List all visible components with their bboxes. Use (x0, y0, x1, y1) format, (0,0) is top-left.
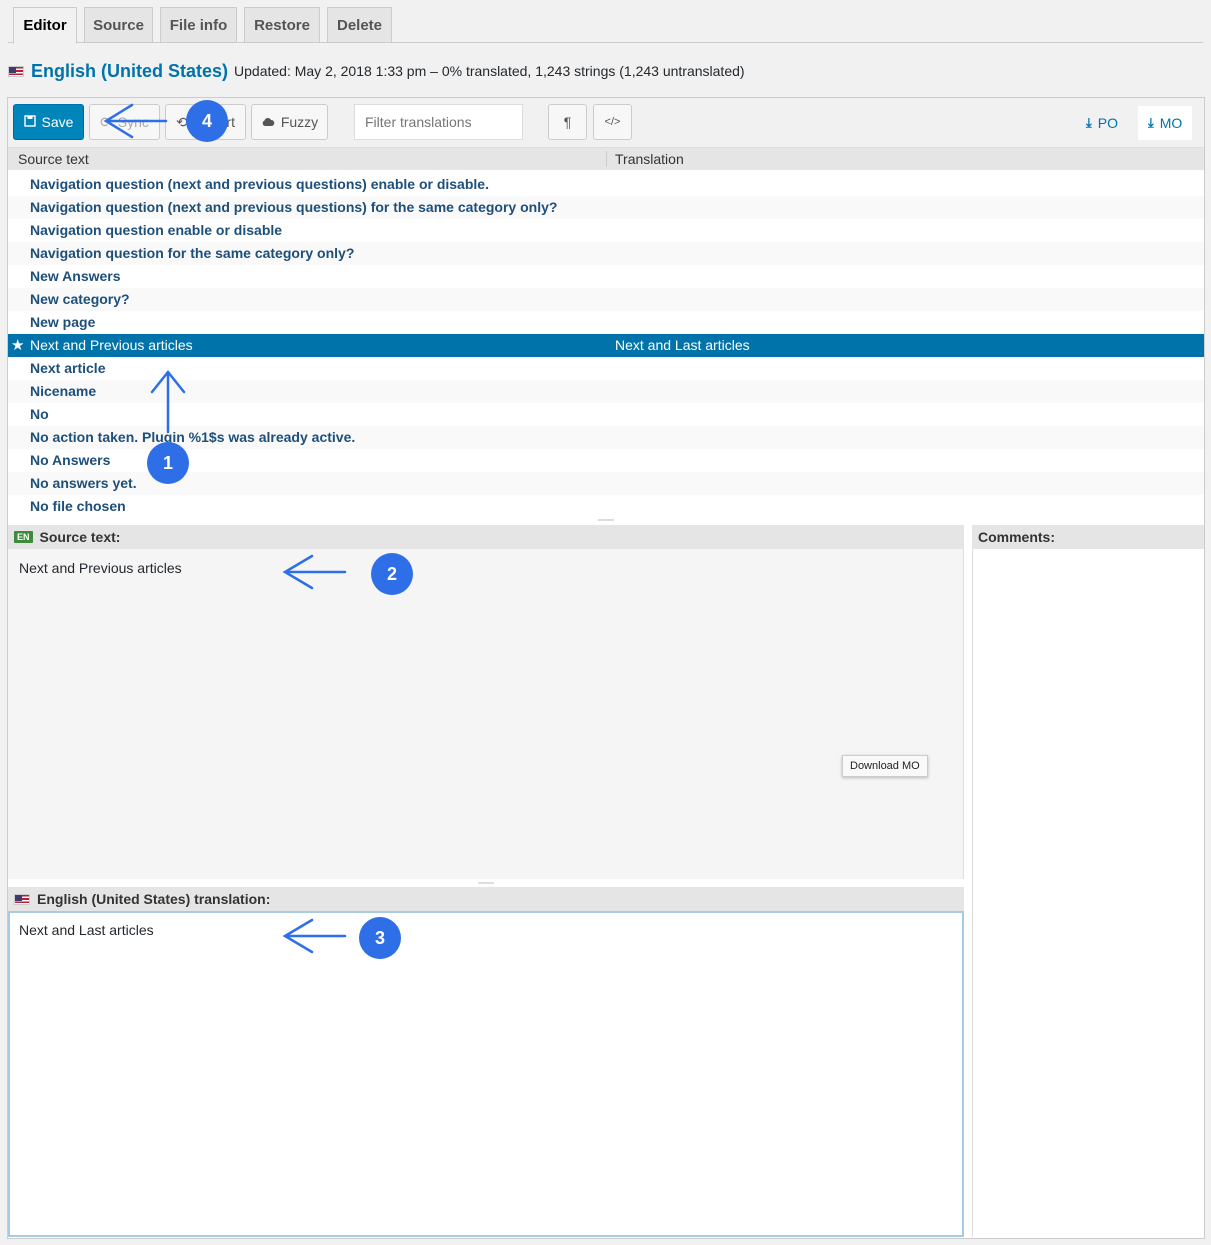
us-flag-icon (8, 65, 24, 77)
tab-restore[interactable]: Restore (244, 7, 320, 43)
tab-source[interactable]: Source (84, 7, 153, 43)
annotation-badge-3: 3 (359, 917, 401, 959)
sync-icon: ⟳ (100, 113, 112, 130)
row-source-text: Next and Previous articles (30, 337, 193, 353)
list-resize-handle[interactable] (598, 519, 614, 521)
row-source-text: Next article (30, 360, 106, 376)
list-row[interactable]: Navigation question (next and previous q… (8, 173, 1204, 196)
fuzzy-label: Fuzzy (280, 114, 319, 130)
pilcrow-icon: ¶ (563, 114, 572, 130)
row-source-text: No action taken. Plugin %1$s was already… (30, 429, 356, 445)
row-source-text: New Answers (30, 268, 121, 284)
row-source-text: Navigation question (next and previous q… (30, 176, 489, 192)
list-row[interactable]: New category? (8, 288, 1204, 311)
row-source-text: Navigation question for the same categor… (30, 245, 355, 261)
annotation-badge-1: 1 (147, 442, 189, 484)
row-source-text: No Answers (30, 452, 111, 468)
row-source-text: No (30, 406, 49, 422)
row-source-text: Navigation question (next and previous q… (30, 199, 558, 215)
download-icon: ⤓ (1086, 115, 1092, 130)
invisibles-button[interactable]: ¶ (548, 104, 587, 140)
filter-input[interactable] (354, 104, 523, 140)
list-row[interactable]: Navigation question (next and previous q… (8, 196, 1204, 219)
star-icon[interactable]: ★ (11, 336, 24, 354)
list-row[interactable]: No action taken. Plugin %1$s was already… (8, 426, 1204, 449)
po-label: PO (1097, 115, 1118, 131)
fuzzy-button[interactable]: Fuzzy (251, 104, 328, 140)
download-mo-button[interactable]: ⤓ MO (1138, 106, 1193, 140)
translation-status: Updated: May 2, 2018 1:33 pm – 0% transl… (234, 63, 745, 79)
row-source-text: Navigation question enable or disable (30, 222, 283, 238)
translation-textarea[interactable]: Next and Last articles (8, 911, 964, 1237)
mo-label: MO (1159, 115, 1183, 131)
source-text-view: Next and Previous articles (8, 549, 964, 879)
tab-bar: Editor Source File info Restore Delete (0, 0, 1211, 44)
row-source-text: No file chosen (30, 498, 126, 514)
tab-editor[interactable]: Editor (13, 7, 77, 44)
pane-resize-handle[interactable] (478, 882, 494, 884)
source-pane-header: EN Source text: (8, 525, 964, 549)
translation-column-header[interactable]: Translation (615, 151, 684, 167)
source-text-value: Next and Previous articles (19, 560, 182, 576)
save-label: Save (41, 114, 74, 130)
column-separator[interactable] (606, 151, 607, 167)
row-source-text: New page (30, 314, 96, 330)
comments-textarea[interactable] (972, 549, 1204, 1237)
download-icon: ⤓ (1148, 115, 1154, 130)
code-icon: </> (604, 116, 621, 128)
translation-pane-title: English (United States) translation: (37, 891, 271, 907)
list-row[interactable]: ★ Next and Previous articles Next and Last… (8, 334, 1204, 357)
floppy-icon (23, 114, 36, 130)
tab-delete[interactable]: Delete (327, 7, 392, 43)
comments-pane-title: Comments: (978, 529, 1056, 545)
editor-panel: Save ⟳ Sync ⟲ Revert Fuzzy ¶ </> ⤓ PO ⤓ (7, 97, 1205, 1239)
us-flag-icon (14, 893, 30, 905)
list-row[interactable]: No file chosen (8, 495, 1204, 518)
language-title[interactable]: English (United States) (31, 61, 228, 82)
row-source-text: New category? (30, 291, 130, 307)
source-pane-title: Source text: (39, 529, 121, 545)
list-row[interactable]: New Answers (8, 265, 1204, 288)
locale-header: English (United States) Updated: May 2, … (8, 58, 745, 84)
code-view-button[interactable]: </> (593, 104, 632, 140)
list-row[interactable]: Navigation question for the same categor… (8, 242, 1204, 265)
translation-text-value: Next and Last articles (19, 922, 154, 938)
sync-label: Sync (117, 114, 149, 130)
tab-file-info[interactable]: File info (160, 7, 237, 43)
list-row[interactable]: Navigation question enable or disable (8, 219, 1204, 242)
list-header: Source text Translation (8, 148, 1204, 170)
list-row[interactable]: No (8, 403, 1204, 426)
en-language-badge: EN (14, 531, 33, 543)
list-row[interactable]: No answers yet. (8, 472, 1204, 495)
annotation-badge-4: 4 (186, 100, 228, 142)
annotation-badge-2: 2 (371, 553, 413, 595)
list-row[interactable]: Nicename (8, 380, 1204, 403)
save-button[interactable]: Save (13, 104, 84, 140)
download-po-button[interactable]: ⤓ PO (1076, 106, 1128, 140)
translation-pane-header: English (United States) translation: (8, 887, 964, 911)
list-row[interactable]: New page (8, 311, 1204, 334)
row-source-text: No answers yet. (30, 475, 137, 491)
list-row[interactable]: Next article (8, 357, 1204, 380)
sync-button[interactable]: ⟳ Sync (89, 104, 160, 140)
row-translation-text: Next and Last articles (615, 337, 750, 353)
row-source-text: Nicename (30, 383, 97, 399)
comments-pane-header: Comments: (972, 525, 1204, 549)
source-column-header[interactable]: Source text (18, 151, 89, 167)
cloud-icon (261, 114, 275, 130)
download-mo-tooltip: Download MO (842, 755, 928, 777)
